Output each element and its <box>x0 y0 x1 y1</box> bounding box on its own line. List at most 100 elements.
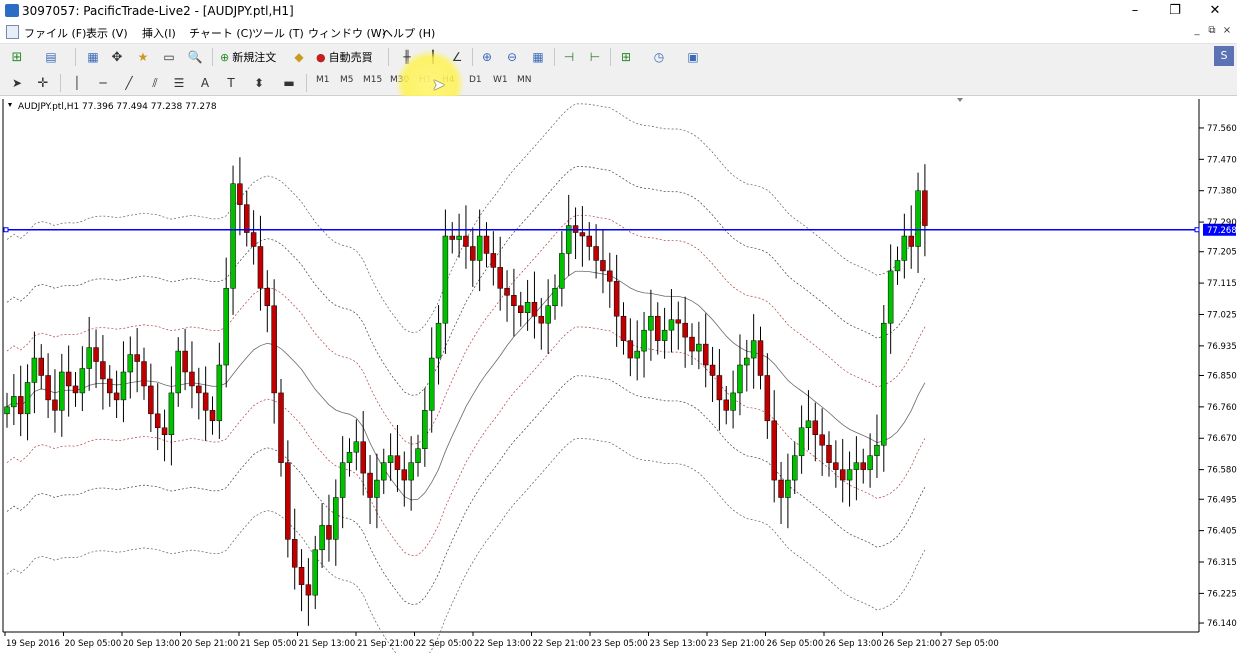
candle <box>730 370 736 429</box>
candle <box>627 318 634 377</box>
text-tool-icon[interactable]: A <box>196 74 214 92</box>
candle-up <box>374 479 380 498</box>
fibonacci-tool-icon[interactable]: ☰ <box>170 74 188 92</box>
menu-insert[interactable]: 挿入(I) <box>142 25 176 41</box>
menu-file[interactable]: ファイル (F) <box>24 25 86 41</box>
timeframe-m15[interactable]: M15 <box>363 75 382 85</box>
candle-up <box>641 329 647 352</box>
document-icon <box>6 25 19 39</box>
templates-icon[interactable]: ▣ <box>684 48 702 66</box>
candle <box>771 390 777 503</box>
chart-menu-icon[interactable] <box>8 103 12 107</box>
menu-chart[interactable]: チャート (C) <box>189 25 253 41</box>
candle <box>586 222 592 261</box>
crosshair-tool-icon[interactable]: ✛ <box>34 74 52 92</box>
candle-up <box>339 462 346 498</box>
equidistant-channel-icon[interactable]: ⫽ <box>146 74 164 92</box>
timeframe-mn[interactable]: MN <box>517 75 532 85</box>
data-window-icon[interactable]: ✥ <box>108 48 126 66</box>
candle-down <box>394 455 401 470</box>
x-tick-label: 23 Sep 05:00 <box>591 639 648 649</box>
indicators-icon[interactable]: ⊞ <box>617 48 635 66</box>
arrows-tool-icon[interactable]: ⬍ <box>250 74 268 92</box>
candle <box>230 165 236 315</box>
candle-down <box>812 420 819 436</box>
metaeditor-icon[interactable]: ◆ <box>290 48 308 66</box>
text-label-tool-icon[interactable]: T <box>222 74 240 92</box>
candle <box>107 365 113 407</box>
chart-shift-icon[interactable]: ⊢ <box>586 48 604 66</box>
horizontal-line-tool-icon[interactable]: ─ <box>94 74 112 92</box>
candle-down <box>285 462 291 540</box>
x-tick-label: 26 Sep 13:00 <box>825 639 882 649</box>
candle <box>381 448 387 495</box>
candle <box>353 419 360 471</box>
candle-up <box>792 455 798 481</box>
timeframe-m5[interactable]: M5 <box>340 75 354 85</box>
community-icon[interactable]: S <box>1214 46 1234 66</box>
mdi-restore-button[interactable]: ⧉ <box>1205 25 1219 36</box>
candle <box>113 370 120 419</box>
close-button[interactable]: ✕ <box>1192 0 1237 22</box>
navigator-icon[interactable]: ★ <box>134 48 152 66</box>
timeframe-w1[interactable]: W1 <box>493 75 508 85</box>
shapes-tool-icon[interactable]: ▬ <box>280 74 298 92</box>
candle <box>613 254 620 347</box>
cursor-tool-icon[interactable]: ➤ <box>8 74 26 92</box>
y-tick-label: 76.935 <box>1207 342 1237 352</box>
zoom-in-icon[interactable]: ⊕ <box>478 48 496 66</box>
candle <box>209 396 216 435</box>
candle <box>723 385 729 425</box>
candle <box>750 314 757 389</box>
timeframe-m1[interactable]: M1 <box>316 75 330 85</box>
candle-down <box>100 361 106 380</box>
candle-down <box>189 371 195 387</box>
menu-view[interactable]: 表示 (V) <box>86 25 128 41</box>
terminal-icon[interactable]: ▭ <box>160 48 178 66</box>
market-watch-icon[interactable]: ▦ <box>84 48 102 66</box>
auto-trading-button[interactable]: ● 自動売買 <box>316 49 373 65</box>
candle <box>250 210 257 265</box>
menu-tools[interactable]: ツール (T) <box>252 25 304 41</box>
candle <box>38 344 44 390</box>
candle <box>449 222 455 254</box>
title-bar: 3097057: PacificTrade-Live2 - [AUDJPY.pt… <box>0 0 1237 22</box>
strategy-tester-icon[interactable]: 🔍 <box>186 48 204 66</box>
trendline-tool-icon[interactable]: ╱ <box>120 74 138 92</box>
auto-scroll-icon[interactable]: ⊣ <box>560 48 578 66</box>
timeframe-d1[interactable]: D1 <box>469 75 482 85</box>
candle-down <box>839 469 846 481</box>
profiles-icon[interactable]: ▤ <box>42 48 60 66</box>
candle-down <box>826 444 832 463</box>
new-chart-icon[interactable]: ⊞ <box>8 48 26 66</box>
periods-icon[interactable]: ◷ <box>650 48 668 66</box>
new-order-button[interactable]: ⊕ 新規注文 <box>220 49 276 65</box>
vertical-line-tool-icon[interactable]: │ <box>68 74 86 92</box>
candle-down <box>196 385 202 394</box>
candle <box>559 231 565 307</box>
y-tick-label: 77.380 <box>1207 187 1237 197</box>
candle-down <box>141 361 147 387</box>
candle-up <box>798 427 805 456</box>
candle <box>607 252 613 308</box>
price-chart[interactable]: AUDJPY.ptl,H1 77.396 77.494 77.238 77.27… <box>0 96 1237 653</box>
x-tick-label: 26 Sep 21:00 <box>884 639 941 649</box>
candle <box>744 339 750 392</box>
candle <box>291 508 298 590</box>
zoom-out-icon[interactable]: ⊖ <box>503 48 521 66</box>
candle <box>59 353 65 437</box>
y-tick-label: 76.850 <box>1207 371 1237 381</box>
mdi-minimize-button[interactable]: _ <box>1190 25 1204 36</box>
candle <box>65 345 72 417</box>
menu-help[interactable]: ヘルプ (H) <box>382 25 435 41</box>
symbol-info: AUDJPY.ptl,H1 77.396 77.494 77.238 77.27… <box>18 102 217 112</box>
chart-shift-marker <box>957 98 963 102</box>
candle-down <box>709 364 716 376</box>
candle <box>593 224 599 279</box>
candle <box>655 302 661 355</box>
candle <box>305 558 312 626</box>
candle <box>298 549 305 612</box>
tile-windows-icon[interactable]: ▦ <box>529 48 547 66</box>
menu-window[interactable]: ウィンドウ (W) <box>308 25 386 41</box>
mdi-close-button[interactable]: × <box>1220 25 1234 36</box>
